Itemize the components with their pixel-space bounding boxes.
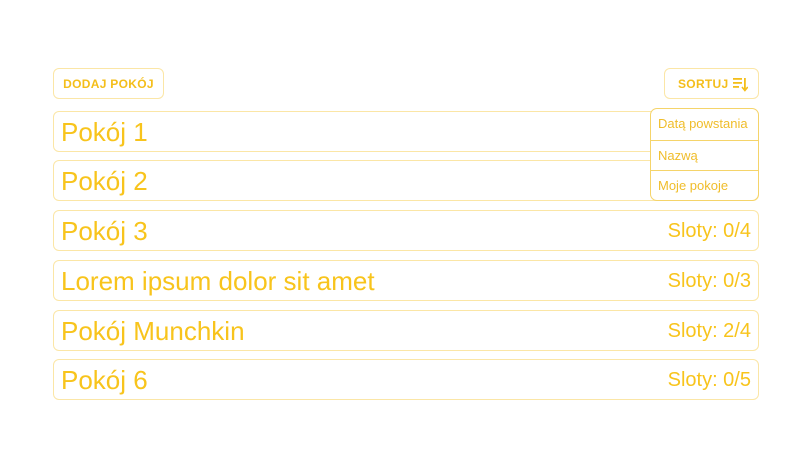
sort-icon — [733, 78, 748, 92]
room-row[interactable]: Pokój 3 Sloty: 0/4 — [53, 210, 759, 251]
room-slots: Sloty: 0/3 — [667, 270, 751, 292]
sort-option-my-rooms[interactable]: Moje pokoje — [651, 170, 758, 200]
room-name: Pokój 6 — [61, 365, 148, 395]
room-row[interactable]: Pokój 6 Sloty: 0/5 — [53, 359, 759, 400]
room-row[interactable]: Lorem ipsum dolor sit amet Sloty: 0/3 — [53, 260, 759, 301]
room-name: Pokój 2 — [61, 166, 148, 196]
room-slots: Sloty: 0/4 — [667, 220, 751, 242]
sort-option-created[interactable]: Datą powstania — [651, 109, 758, 140]
room-name: Pokój 1 — [61, 117, 148, 147]
sort-option-name[interactable]: Nazwą — [651, 140, 758, 170]
add-room-label: DODAJ POKÓJ — [63, 76, 154, 91]
room-name: Pokój 3 — [61, 216, 148, 246]
room-name: Pokój Munchkin — [61, 316, 245, 346]
sort-button[interactable]: SORTUJ — [664, 68, 759, 99]
sort-menu: Datą powstania Nazwą Moje pokoje — [650, 108, 759, 201]
room-slots: Sloty: 0/5 — [667, 369, 751, 391]
add-room-button[interactable]: DODAJ POKÓJ — [53, 68, 164, 99]
room-row[interactable]: Pokój Munchkin Sloty: 2/4 — [53, 310, 759, 351]
room-slots: Sloty: 2/4 — [667, 320, 751, 342]
sort-label: SORTUJ — [678, 76, 729, 91]
room-name: Lorem ipsum dolor sit amet — [61, 266, 375, 296]
